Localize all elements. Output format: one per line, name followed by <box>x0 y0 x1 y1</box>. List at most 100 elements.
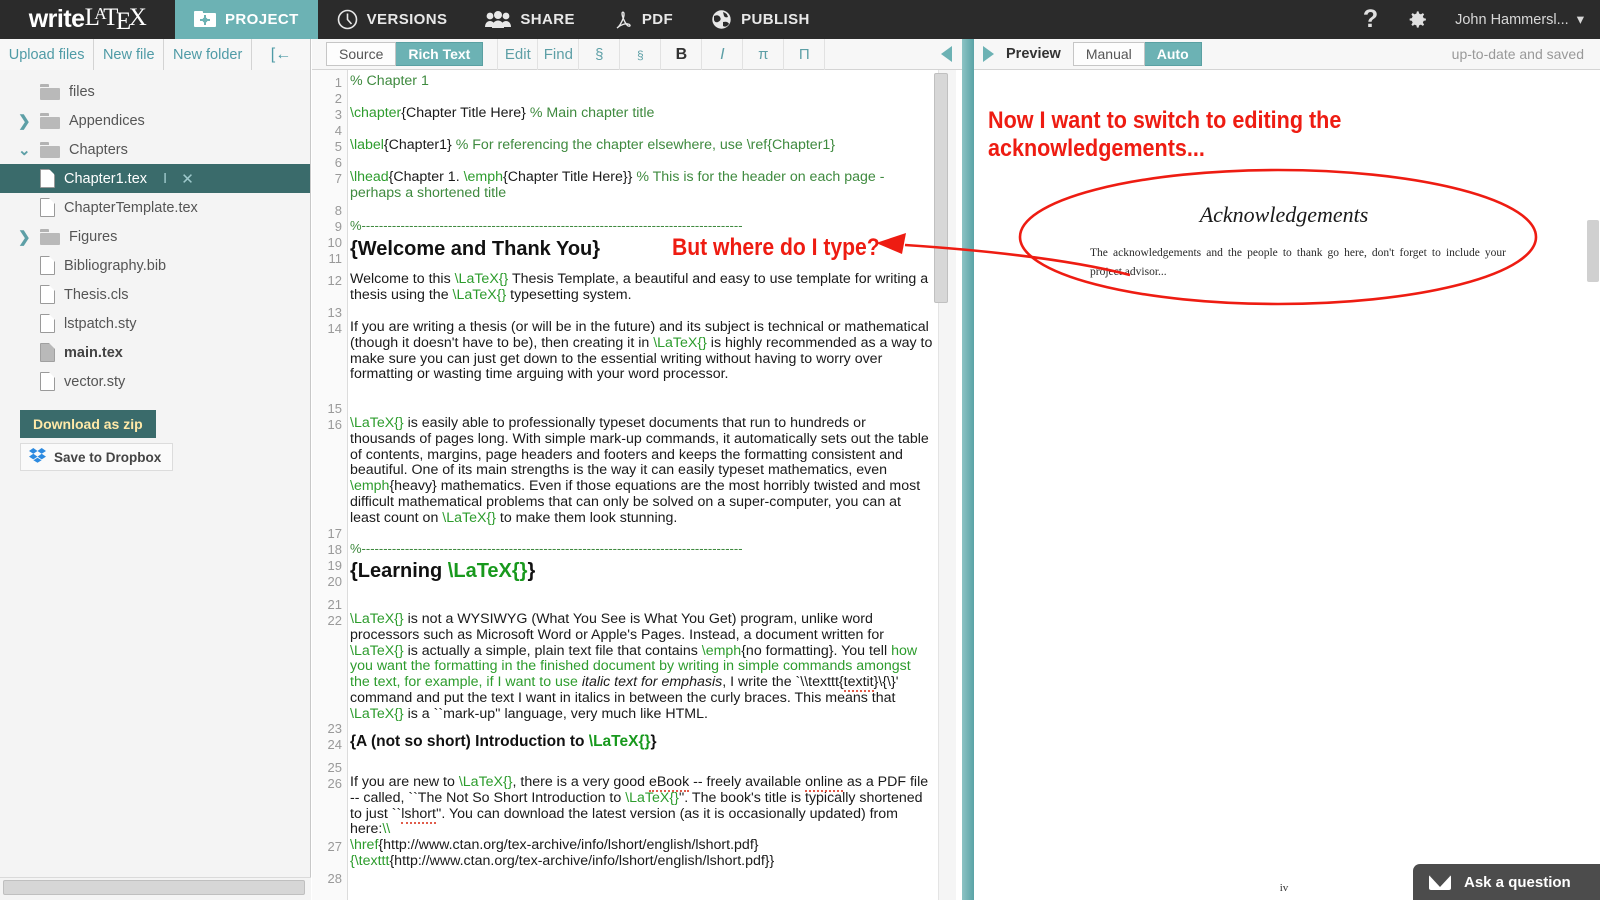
preview-pane: Preview Manual Auto up-to-date and saved… <box>974 39 1600 900</box>
sidebar-hscrollbar-thumb[interactable] <box>3 880 305 895</box>
expand-right-icon[interactable] <box>974 44 1006 64</box>
upload-files-button[interactable]: Upload files <box>0 39 95 70</box>
line-number: 17 <box>327 526 342 541</box>
file-icon <box>40 285 55 304</box>
save-to-dropbox-button[interactable]: Save to Dropbox <box>20 443 174 471</box>
line-number: 7 <box>334 171 342 186</box>
preview-auto-button[interactable]: Auto <box>1144 42 1202 66</box>
editor-mode-toggle: Source Rich Text <box>326 42 484 66</box>
file-icon <box>40 198 55 217</box>
ask-a-question-label: Ask a question <box>1464 873 1571 891</box>
tree-item-lstpatch-sty[interactable]: lstpatch.sty <box>0 309 310 338</box>
envelope-icon <box>1429 874 1451 890</box>
tree-item-label: main.tex <box>64 344 123 361</box>
project-sidebar: Upload files New file New folder [← file… <box>0 39 311 900</box>
preview-body[interactable]: Acknowledgements The acknowledgements an… <box>974 70 1600 900</box>
app-logo[interactable]: write LATEX <box>0 0 175 39</box>
delete-file-icon[interactable]: ✕ <box>181 170 194 188</box>
folder-icon <box>40 83 60 100</box>
collapse-left-icon[interactable] <box>938 39 962 69</box>
tree-item-label: ChapterTemplate.tex <box>64 199 198 216</box>
tree-item-label: Chapters <box>69 141 128 158</box>
chevron-right-icon[interactable]: ❯ <box>18 112 40 130</box>
line-number: 1 <box>334 75 342 90</box>
code-line-11-heading: {Welcome and Thank You} <box>350 238 601 260</box>
code-line-26: If you are new to \LaTeX{}, there is a v… <box>350 774 929 838</box>
chevron-right-icon[interactable]: ❯ <box>18 228 40 246</box>
code-line-27b: {\texttt{http://www.ctan.org/tex-archive… <box>350 853 775 869</box>
tree-item-label: Chapter1.tex <box>64 170 148 187</box>
new-file-button[interactable]: New file <box>94 39 165 70</box>
nav-project[interactable]: PROJECT <box>175 0 318 39</box>
bold-button[interactable]: B <box>661 39 703 70</box>
code-line-22: \LaTeX{} is not a WYSIWYG (What You See … <box>350 611 918 722</box>
nav-pdf-label: PDF <box>641 11 674 28</box>
subsection-button[interactable]: § <box>620 39 662 70</box>
nav-versions[interactable]: VERSIONS <box>318 0 467 39</box>
nav-publish[interactable]: PUBLISH <box>692 0 829 39</box>
tree-item-chapters[interactable]: ⌄ Chapters <box>0 135 310 164</box>
pane-divider-handle[interactable] <box>962 39 974 900</box>
preview-manual-button[interactable]: Manual <box>1072 42 1145 66</box>
line-number: 23 <box>327 721 342 736</box>
find-button[interactable]: Find <box>538 39 580 70</box>
tree-item-label: files <box>69 83 95 100</box>
tree-item-vector-sty[interactable]: vector.sty <box>0 367 310 396</box>
people-icon <box>485 11 512 28</box>
code-line-7: \lhead{Chapter 1. \emph{Chapter Title He… <box>350 169 885 201</box>
code-line-24-heading: {A (not so short) Introduction to \LaTeX… <box>350 733 657 750</box>
code-editor[interactable]: 1 2 3 4 5 6 7 8 9 10 11 12 13 14 15 16 1… <box>312 70 962 900</box>
nav-pdf[interactable]: PDF <box>594 0 692 39</box>
code-content[interactable]: % Chapter 1 \chapter{Chapter Title Here}… <box>350 70 950 900</box>
preview-vscrollbar-thumb[interactable] <box>1587 220 1599 282</box>
code-line-12: Welcome to this \LaTeX{} Thesis Template… <box>350 271 929 303</box>
new-folder-button[interactable]: New folder <box>164 39 253 70</box>
pane-divider[interactable] <box>962 39 974 900</box>
line-number: 28 <box>327 871 342 886</box>
user-menu[interactable]: John Hammersl... ▾ <box>1455 12 1584 28</box>
line-number: 22 <box>327 613 342 628</box>
ask-a-question-button[interactable]: Ask a question <box>1413 864 1600 900</box>
tree-item-label: vector.sty <box>64 373 126 390</box>
sidebar-hscrollbar-track <box>0 877 311 900</box>
line-number: 15 <box>327 401 342 416</box>
code-line-5: \label{Chapter1} % For referencing the c… <box>350 137 836 153</box>
nav-versions-label: VERSIONS <box>366 11 448 28</box>
tree-item-main-tex[interactable]: main.tex <box>0 338 310 367</box>
globe-icon <box>711 9 732 30</box>
tree-item-chaptertemplate-tex[interactable]: ChapterTemplate.tex <box>0 193 310 222</box>
code-line-3: \chapter{Chapter Title Here} % Main chap… <box>350 105 655 121</box>
tree-item-chapter1-tex[interactable]: Chapter1.tex I ✕ <box>0 164 310 193</box>
file-tree: files ❯ Appendices ⌄ Chapters Chapter1.t… <box>0 70 310 396</box>
chevron-down-icon[interactable]: ⌄ <box>18 141 40 159</box>
collapse-sidebar-icon[interactable]: [← <box>252 39 311 70</box>
nav-share-label: SHARE <box>520 11 575 28</box>
line-number: 5 <box>334 139 342 154</box>
pdf-icon <box>613 10 633 30</box>
editor-vscrollbar-thumb[interactable] <box>934 73 948 303</box>
tree-item-appendices[interactable]: ❯ Appendices <box>0 106 310 135</box>
gear-icon[interactable] <box>1404 7 1429 32</box>
username-label: John Hammersl... <box>1455 11 1569 28</box>
tree-item-files[interactable]: files <box>0 77 310 106</box>
download-as-zip-button[interactable]: Download as zip <box>20 410 156 438</box>
file-icon <box>40 372 55 391</box>
math-display-button[interactable]: Π <box>784 39 826 70</box>
line-number: 26 <box>327 776 342 791</box>
tree-item-bibliography-bib[interactable]: Bibliography.bib <box>0 251 310 280</box>
italic-button[interactable]: I <box>702 39 744 70</box>
question-mark-icon[interactable]: ? <box>1363 5 1378 34</box>
tree-item-figures[interactable]: ❯ Figures <box>0 222 310 251</box>
tree-item-thesis-cls[interactable]: Thesis.cls <box>0 280 310 309</box>
line-number: 12 <box>327 273 342 288</box>
math-inline-button[interactable]: π <box>743 39 785 70</box>
edit-menu-button[interactable]: Edit <box>497 39 539 70</box>
tab-source[interactable]: Source <box>326 42 397 66</box>
tab-rich-text[interactable]: Rich Text <box>396 42 484 66</box>
rename-file-icon[interactable]: I <box>163 170 167 187</box>
nav-share[interactable]: SHARE <box>466 0 594 39</box>
line-number: 18 <box>327 542 342 557</box>
section-button[interactable]: § <box>579 39 621 70</box>
logo-write-text: write <box>28 5 85 33</box>
line-number: 8 <box>334 203 342 218</box>
